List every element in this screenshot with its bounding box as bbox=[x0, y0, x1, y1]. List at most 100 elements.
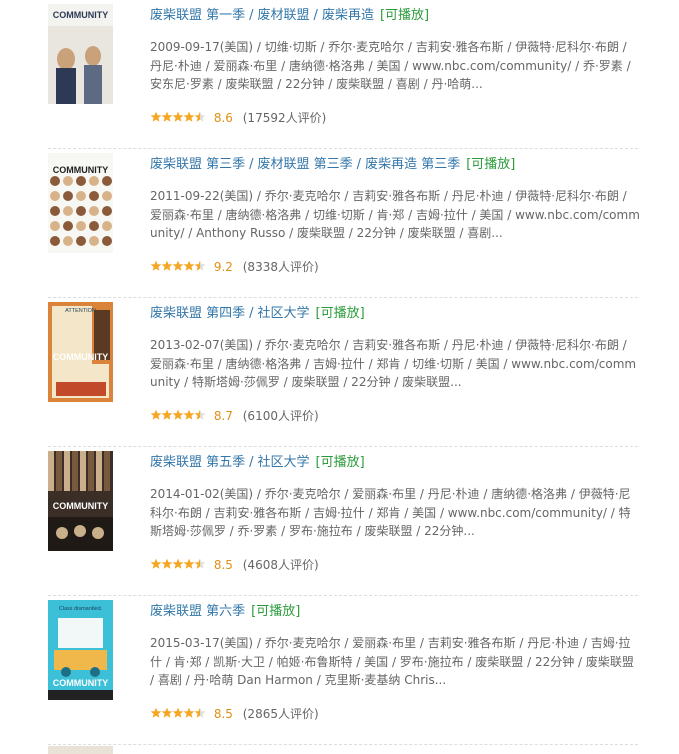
rating-line: 8.5 (2865人评价) bbox=[150, 705, 640, 723]
result-item: COMMUNITY 废柴联盟 第五季 / 社区大学 [可播放] 2014-01-02(… bbox=[48, 447, 638, 596]
result-title-link[interactable]: 废柴联盟 第六季 bbox=[150, 604, 245, 619]
result-meta: 2011-09-22(美国) / 乔尔·麦克哈尔 / 吉莉安·雅各布斯 / 丹尼… bbox=[150, 189, 640, 240]
star-icon bbox=[161, 409, 173, 420]
star-icon bbox=[161, 707, 173, 718]
rating-votes: (2865人评价) bbox=[242, 707, 319, 721]
playable-badge[interactable]: [可播放] bbox=[316, 306, 365, 321]
result-item: ATTENTION COMMUNITY 废柴联盟 第四季 / 社区大学 [可播放] 20… bbox=[48, 298, 638, 447]
star-icon bbox=[161, 558, 173, 569]
title-line: 废柴联盟 第四季 / 社区大学 [可播放] bbox=[150, 305, 640, 323]
result-content: 废柴联盟 第五季 / 社区大学 [可播放] 2014-01-02(美国) / 乔尔·麦… bbox=[150, 454, 640, 574]
star-icon bbox=[194, 707, 206, 718]
result-meta: 2014-01-02(美国) / 乔尔·麦克哈尔 / 爱丽森·布里 / 丹尼·朴… bbox=[150, 487, 631, 538]
playable-badge[interactable]: [可播放] bbox=[316, 455, 365, 470]
rating-votes: (4608人评价) bbox=[242, 558, 319, 572]
result-alias[interactable]: 废材联盟 第三季 bbox=[258, 157, 353, 172]
rating-score: 8.5 bbox=[213, 558, 233, 572]
poster-image[interactable]: ATTENTION COMMUNITY bbox=[48, 302, 113, 402]
star-icon bbox=[183, 409, 195, 420]
playable-badge[interactable]: [可播放] bbox=[251, 604, 300, 619]
result-title-link[interactable]: 废柴联盟 第四季 bbox=[150, 306, 245, 321]
star-icon bbox=[194, 111, 206, 122]
rating-line: 8.5 (4608人评价) bbox=[150, 556, 640, 574]
star-icon bbox=[183, 707, 195, 718]
playable-badge[interactable]: [可播放] bbox=[466, 157, 515, 172]
title-separator: / bbox=[249, 157, 254, 172]
rating-votes: (8338人评价) bbox=[242, 260, 319, 274]
result-content: 废柴联盟 第一季 / 废材联盟 / 废柴再造 [可播放] 2009-09-17(美国) /… bbox=[150, 7, 640, 127]
title-line: 废柴联盟 第五季 / 社区大学 [可播放] bbox=[150, 454, 640, 472]
result-alias[interactable]: 社区大学 bbox=[258, 306, 310, 321]
poster-image[interactable]: COMMUNITY bbox=[48, 153, 113, 253]
result-alias[interactable]: 废柴再造 bbox=[322, 8, 374, 23]
rating-stars-icon bbox=[150, 558, 206, 570]
rating-line: 9.2 (8338人评价) bbox=[150, 258, 640, 276]
star-icon bbox=[172, 111, 184, 122]
result-meta: 2013-02-07(美国) / 乔尔·麦克哈尔 / 吉莉安·雅各布斯 / 丹尼… bbox=[150, 338, 637, 389]
star-icon bbox=[183, 111, 195, 122]
title-separator: / bbox=[356, 157, 362, 172]
poster-label: COMMUNITY bbox=[53, 352, 109, 362]
title-separator: / bbox=[249, 306, 254, 321]
result-content: 废柴联盟 第六季 [可播放] 2015-03-17(美国) / 乔尔·麦克哈尔 /… bbox=[150, 603, 640, 723]
result-title-link[interactable]: 废柴联盟 第一季 bbox=[150, 8, 245, 23]
rating-votes: (6100人评价) bbox=[242, 409, 319, 423]
star-icon bbox=[194, 409, 206, 420]
result-meta: 2009-09-17(美国) / 切维·切斯 / 乔尔·麦克哈尔 / 吉莉安·雅… bbox=[150, 40, 631, 91]
playable-badge[interactable]: [可播放] bbox=[380, 8, 429, 23]
star-icon bbox=[150, 707, 162, 718]
star-icon bbox=[150, 558, 162, 569]
rating-score: 8.7 bbox=[213, 409, 233, 423]
poster-top-text: Class dismantled. bbox=[59, 606, 103, 612]
result-title-link[interactable]: 废柴联盟 第五季 bbox=[150, 455, 245, 470]
star-icon bbox=[150, 111, 162, 122]
result-item: COMMUNITY 废柴联盟 第三季 / 废材联盟 第三季 / 废柴再造 第三季 [可播放… bbox=[48, 149, 640, 298]
star-icon bbox=[172, 260, 184, 271]
poster-label: COMMUNITY bbox=[53, 678, 109, 688]
rating-score: 8.6 bbox=[213, 111, 233, 125]
rating-stars-icon bbox=[150, 707, 206, 719]
star-icon bbox=[172, 558, 184, 569]
star-icon bbox=[161, 111, 173, 122]
result-item: Class dismantled. COMMUNITY 废柴联盟 第六季 [可播放]… bbox=[48, 596, 638, 745]
poster-image[interactable]: COMMUNITY bbox=[48, 451, 113, 551]
star-icon bbox=[183, 260, 195, 271]
poster-image[interactable]: Class dismantled. COMMUNITY bbox=[48, 600, 113, 700]
title-separator: / bbox=[249, 455, 254, 470]
star-icon bbox=[150, 409, 162, 420]
star-icon bbox=[172, 707, 184, 718]
rating-stars-icon bbox=[150, 111, 206, 123]
poster-label: COMMUNITY bbox=[53, 165, 109, 175]
result-meta: 2015-03-17(美国) / 乔尔·麦克哈尔 / 爱丽森·布里 / 吉莉安·… bbox=[150, 636, 634, 687]
result-alias[interactable]: 废材联盟 bbox=[258, 8, 310, 23]
result-item: COMMUNITY 废柴联盟 第一季 / 废材联盟 / 废柴再造 [可播放] 2009-0… bbox=[48, 0, 638, 149]
search-results-list: COMMUNITY 废柴联盟 第一季 / 废材联盟 / 废柴再造 [可播放] 2009-0… bbox=[0, 0, 679, 754]
star-icon bbox=[194, 260, 206, 271]
result-alias[interactable]: 社区大学 bbox=[258, 455, 310, 470]
rating-stars-icon bbox=[150, 409, 206, 421]
result-content: 废柴联盟 第四季 / 社区大学 [可播放] 2013-02-07(美国) / 乔尔·麦… bbox=[150, 305, 640, 425]
title-line: 废柴联盟 第六季 [可播放] bbox=[150, 603, 640, 621]
rating-score: 9.2 bbox=[213, 260, 233, 274]
title-line: 废柴联盟 第一季 / 废材联盟 / 废柴再造 [可播放] bbox=[150, 7, 640, 25]
title-separator: / bbox=[313, 8, 318, 23]
star-icon bbox=[172, 409, 184, 420]
rating-score: 8.5 bbox=[213, 707, 233, 721]
rating-votes: (17592人评价) bbox=[242, 111, 327, 125]
poster-label: COMMUNITY bbox=[53, 501, 109, 511]
result-content: 废柴联盟 第三季 / 废材联盟 第三季 / 废柴再造 第三季 [可播放] 2011-09-… bbox=[150, 156, 640, 276]
poster-label: COMMUNITY bbox=[53, 10, 109, 20]
rating-line: 8.7 (6100人评价) bbox=[150, 407, 640, 425]
result-title-link[interactable]: 废柴联盟 第三季 bbox=[150, 157, 245, 172]
result-alias[interactable]: 废柴再造 第三季 bbox=[365, 157, 460, 172]
poster-top-text: ATTENTION bbox=[65, 308, 96, 314]
star-icon bbox=[150, 260, 162, 271]
rating-line: 8.6 (17592人评价) bbox=[150, 109, 640, 127]
title-separator: / bbox=[249, 8, 254, 23]
star-icon bbox=[183, 558, 195, 569]
star-icon bbox=[194, 558, 206, 569]
rating-stars-icon bbox=[150, 260, 206, 272]
star-icon bbox=[161, 260, 173, 271]
poster-image[interactable]: COMMUNITY bbox=[48, 4, 113, 104]
title-line: 废柴联盟 第三季 / 废材联盟 第三季 / 废柴再造 第三季 [可播放] bbox=[150, 156, 640, 174]
